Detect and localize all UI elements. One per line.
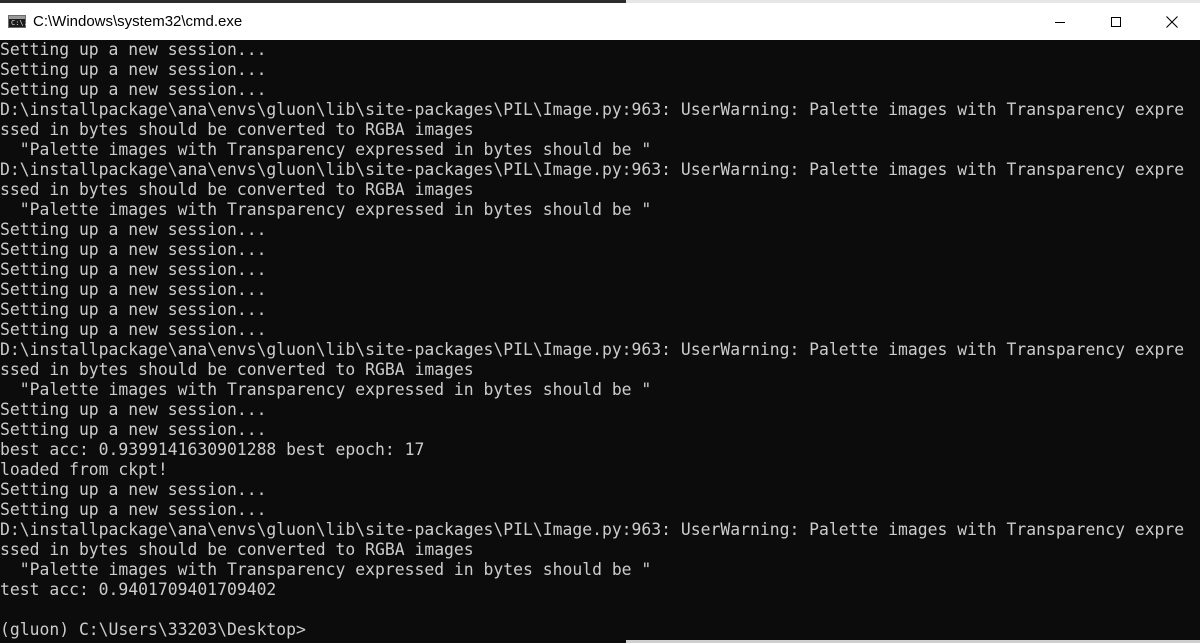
console-line: "Palette images with Transparency expres… [0,140,652,159]
prompt-text: (gluon) C:\Users\33203\Desktop> [0,620,306,639]
console-line: "Palette images with Transparency expres… [0,560,652,579]
minimize-icon [1055,21,1065,23]
console-line: Setting up a new session... [0,240,267,259]
console-line: "Palette images with Transparency expres… [0,380,652,399]
console-line: Setting up a new session... [0,420,267,439]
console-line: Setting up a new session... [0,300,267,319]
cmd-console-icon[interactable]: C:\. [8,15,28,28]
console-line: D:\installpackage\ana\envs\gluon\lib\sit… [0,520,1185,539]
console-line: Setting up a new session... [0,400,267,419]
console-line: "Palette images with Transparency expres… [0,200,652,219]
console-line: Setting up a new session... [0,320,267,339]
console-line: Setting up a new session... [0,80,267,99]
maximize-button[interactable] [1088,3,1144,40]
cmd-window: C:\. C:\Windows\system32\cmd.exe Setting… [0,0,1200,643]
console-line: D:\installpackage\ana\envs\gluon\lib\sit… [0,100,1185,119]
console-line: Setting up a new session... [0,220,267,239]
console-line: Setting up a new session... [0,500,267,519]
console-line: ssed in bytes should be converted to RGB… [0,540,474,559]
console-line: Setting up a new session... [0,480,267,499]
minimize-button[interactable] [1032,3,1088,40]
console-line: best acc: 0.9399141630901288 best epoch:… [0,440,425,459]
window-title: C:\Windows\system32\cmd.exe [33,13,243,30]
close-icon [1166,15,1178,28]
console-line: D:\installpackage\ana\envs\gluon\lib\sit… [0,160,1185,179]
console-line: D:\installpackage\ana\envs\gluon\lib\sit… [0,340,1185,359]
close-button[interactable] [1144,3,1200,40]
console-line: Setting up a new session... [0,260,267,279]
command-prompt[interactable]: (gluon) C:\Users\33203\Desktop> [0,620,1200,640]
console-line: loaded from ckpt! [0,460,168,479]
console-output-area[interactable]: Setting up a new session... Setting up a … [0,40,1200,643]
maximize-icon [1111,16,1121,27]
console-line: Setting up a new session... [0,40,267,59]
console-line: ssed in bytes should be converted to RGB… [0,360,474,379]
console-line: Setting up a new session... [0,280,267,299]
console-line: ssed in bytes should be converted to RGB… [0,180,474,199]
console-line: Setting up a new session... [0,60,267,79]
cmd-icon-glyph: C:\. [11,19,28,27]
window-controls [1032,3,1200,40]
console-line: ssed in bytes should be converted to RGB… [0,120,474,139]
console-line: test acc: 0.9401709401709402 [0,580,277,599]
title-bar[interactable]: C:\. C:\Windows\system32\cmd.exe [0,3,1200,40]
console-text: Setting up a new session... Setting up a … [0,40,1200,640]
